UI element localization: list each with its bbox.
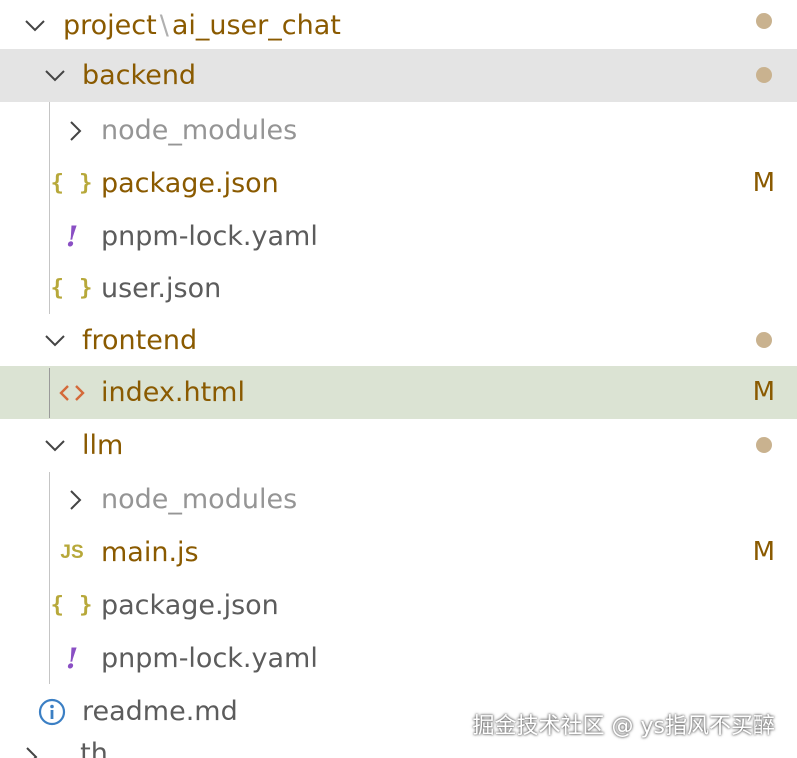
file-label-main-js: main.js <box>101 537 199 568</box>
folder-label-frontend: frontend <box>82 325 198 356</box>
file-label-readme: readme.md <box>82 696 238 727</box>
json-file-icon: { } <box>50 593 94 618</box>
path-separator: \ <box>159 10 169 41</box>
tree-row-folder-backend[interactable]: backend <box>0 49 797 102</box>
tree-row-folder-node-modules[interactable]: node_modules <box>0 473 797 526</box>
modified-dot-icon <box>756 13 772 29</box>
chevron-down-icon[interactable] <box>44 314 66 367</box>
folder-label-llm: llm <box>82 430 124 461</box>
root-folder-label: project \ ai_user_chat <box>63 0 341 52</box>
file-label-user-json: user.json <box>101 273 222 304</box>
file-label-pnpm-lock: pnpm-lock.yaml <box>101 643 318 674</box>
indent-guide <box>49 368 50 418</box>
file-label-package-json: package.json <box>101 168 279 199</box>
chevron-right-icon[interactable] <box>64 473 86 526</box>
yaml-file-icon: ! <box>65 642 79 675</box>
info-icon <box>37 685 67 738</box>
file-label-package-json: package.json <box>101 590 279 621</box>
tree-row-root-folder[interactable]: project \ ai_user_chat <box>0 0 797 52</box>
folder-label-backend: backend <box>82 60 197 91</box>
modified-dot-icon <box>756 332 772 348</box>
git-modified-badge: M <box>752 168 775 198</box>
folder-label-node-modules: node_modules <box>101 115 298 146</box>
file-label-index-html: index.html <box>101 377 245 408</box>
yaml-file-icon: ! <box>65 220 79 253</box>
tree-row-folder-node-modules[interactable]: node_modules <box>0 104 797 157</box>
tree-row-file-main-js[interactable]: JS main.js M <box>0 526 797 579</box>
root-folder-name-part2: ai_user_chat <box>171 10 341 41</box>
json-file-icon: { } <box>50 276 94 301</box>
root-folder-name-part1: project <box>63 10 157 41</box>
file-explorer-tree: project \ ai_user_chat backend node_module… <box>0 0 797 758</box>
folder-label-node-modules: node_modules <box>101 484 298 515</box>
chevron-down-icon[interactable] <box>44 49 66 102</box>
tree-row-file-pnpm-lock[interactable]: ! pnpm-lock.yaml <box>0 632 797 685</box>
modified-dot-icon <box>756 437 772 453</box>
tree-row-file-package-json[interactable]: { } package.json M <box>0 157 797 210</box>
watermark: 掘金技术社区 @ ys指风不买醉 <box>472 714 775 739</box>
partial-row-label: ..th <box>63 738 108 758</box>
tree-row-file-package-json[interactable]: { } package.json <box>0 579 797 632</box>
chevron-right-icon[interactable] <box>24 746 38 758</box>
file-label-pnpm-lock: pnpm-lock.yaml <box>101 221 318 252</box>
modified-dot-icon <box>756 67 772 83</box>
json-file-icon: { } <box>50 171 94 196</box>
git-modified-badge: M <box>752 537 775 567</box>
tree-row-file-index-html[interactable]: index.html M <box>0 366 797 419</box>
chevron-down-icon[interactable] <box>24 0 46 52</box>
git-modified-badge: M <box>752 377 775 407</box>
chevron-down-icon[interactable] <box>44 419 66 472</box>
js-file-icon: JS <box>60 541 84 563</box>
tree-row-partial[interactable]: ..th <box>0 738 300 758</box>
tree-row-file-user-json[interactable]: { } user.json <box>0 262 797 315</box>
html-file-icon <box>57 366 87 419</box>
tree-row-file-pnpm-lock[interactable]: ! pnpm-lock.yaml <box>0 210 797 263</box>
chevron-right-icon[interactable] <box>64 104 86 157</box>
tree-row-folder-frontend[interactable]: frontend <box>0 314 797 367</box>
tree-row-folder-llm[interactable]: llm <box>0 419 797 472</box>
